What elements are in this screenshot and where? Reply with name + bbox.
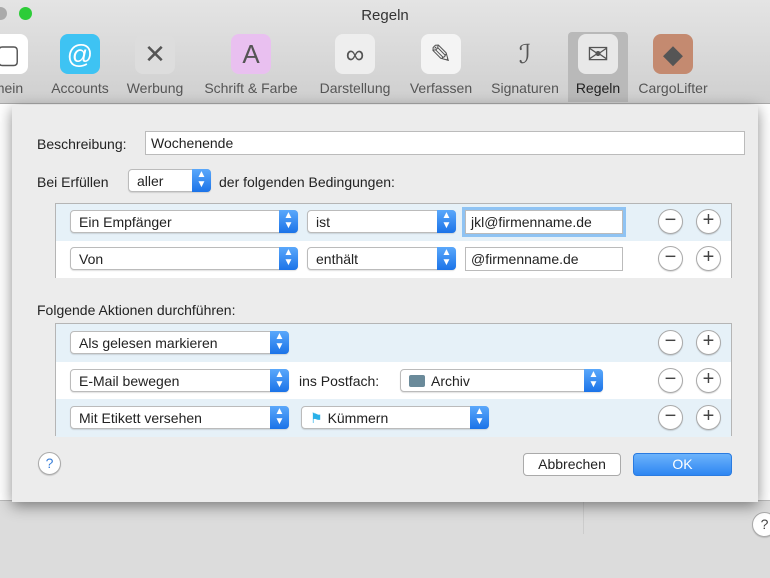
action-target-select[interactable]: ⚑ Kümmern ▲ ▼ bbox=[301, 406, 489, 429]
pencil-icon: ✎ bbox=[421, 34, 461, 74]
target-label: ins Postfach: bbox=[299, 372, 380, 389]
toolbar-tab-werbung[interactable]: ✕ Werbung bbox=[120, 32, 190, 102]
remove-button[interactable]: − bbox=[658, 405, 683, 430]
condition-field-select[interactable]: Ein Empfänger ▲ ▼ bbox=[70, 210, 298, 233]
remove-button[interactable]: − bbox=[658, 246, 683, 271]
action-row: E-Mail bewegen ▲ ▼ ins Postfach: Archiv ▲ ▼ − + bbox=[56, 361, 731, 400]
action-row: Als gelesen markieren ▲ ▼ − + bbox=[56, 324, 731, 362]
junk-bin-icon: ✕ bbox=[135, 34, 175, 74]
help-button[interactable]: ? bbox=[38, 452, 61, 475]
chevron-updown-icon: ▲ ▼ bbox=[270, 406, 289, 429]
conditions-list: Ein Empfänger ▲ ▼ ist ▲ ▼ jkl@firmenname.de … bbox=[55, 203, 732, 278]
match-select[interactable]: aller ▲ ▼ bbox=[128, 169, 211, 192]
toolbar-tab-label: Verfassen bbox=[409, 80, 473, 96]
toolbar-tab-label: Schrift & Farbe bbox=[204, 80, 298, 96]
add-button[interactable]: + bbox=[696, 246, 721, 271]
toolbar-tab-signaturen[interactable]: ℐ Signaturen bbox=[484, 32, 566, 102]
condition-field-select-value: Von bbox=[79, 251, 104, 267]
rules-envelope-icon: ✉ bbox=[578, 34, 618, 74]
action-target-select-value: Kümmern bbox=[327, 410, 389, 426]
background-help-button: ? bbox=[752, 512, 770, 537]
remove-button[interactable]: − bbox=[658, 330, 683, 355]
toolbar-tab-label: mein bbox=[0, 80, 24, 96]
window-title: Regeln bbox=[361, 7, 409, 24]
action-type-select-value: Als gelesen markieren bbox=[79, 335, 218, 351]
toolbar-tab-label: Darstellung bbox=[319, 80, 391, 96]
description-input[interactable]: Wochenende bbox=[145, 131, 745, 155]
toolbar-tab-label: Werbung bbox=[126, 80, 184, 96]
chevron-updown-icon: ▲ ▼ bbox=[470, 406, 489, 429]
glasses-icon: ∞ bbox=[335, 34, 375, 74]
ok-button[interactable]: OK bbox=[633, 453, 732, 476]
action-row: Mit Etikett versehen ▲ ▼ ⚑ Kümmern ▲ ▼ − + bbox=[56, 399, 731, 437]
cancel-button[interactable]: Abbrechen bbox=[523, 453, 621, 476]
action-type-select-value: Mit Etikett versehen bbox=[79, 410, 202, 426]
condition-row: Von ▲ ▼ enthält ▲ ▼ @firmenname.de − + bbox=[56, 241, 731, 278]
condition-value-input[interactable]: jkl@firmenname.de bbox=[465, 210, 623, 234]
chevron-updown-icon: ▲ ▼ bbox=[279, 210, 298, 233]
general-icon: ▢ bbox=[0, 34, 28, 74]
condition-field-select[interactable]: Von ▲ ▼ bbox=[70, 247, 298, 270]
action-type-select-value: E-Mail bewegen bbox=[79, 372, 180, 389]
add-button[interactable]: + bbox=[696, 367, 721, 393]
rule-sheet: Beschreibung: Wochenende Bei Erfüllen al… bbox=[12, 105, 758, 502]
condition-row: Ein Empfänger ▲ ▼ ist ▲ ▼ jkl@firmenname.de … bbox=[56, 204, 731, 241]
chevron-updown-icon: ▲ ▼ bbox=[270, 368, 289, 392]
remove-button[interactable]: − bbox=[658, 209, 683, 234]
toolbar-tab-cargolifter[interactable]: ◆ CargoLifter bbox=[632, 32, 714, 102]
archive-box-icon bbox=[409, 374, 425, 387]
font-color-icon: A bbox=[231, 34, 271, 74]
chevron-updown-icon: ▲ ▼ bbox=[437, 210, 456, 233]
signature-icon: ℐ bbox=[518, 39, 532, 69]
chevron-updown-icon: ▲ ▼ bbox=[270, 331, 289, 354]
toolbar-tab-label: CargoLifter bbox=[638, 80, 708, 96]
chevron-updown-icon: ▲ ▼ bbox=[192, 169, 211, 192]
chevron-updown-icon: ▲ ▼ bbox=[584, 368, 603, 392]
condition-operator-select-value: ist bbox=[316, 214, 330, 230]
condition-operator-select[interactable]: ist ▲ ▼ bbox=[307, 210, 456, 233]
chevron-updown-icon: ▲ ▼ bbox=[437, 247, 456, 270]
add-button[interactable]: + bbox=[696, 405, 721, 430]
toolbar-tab-darstellung[interactable]: ∞ Darstellung bbox=[312, 32, 398, 102]
chevron-updown-icon: ▲ ▼ bbox=[279, 247, 298, 270]
condition-operator-select-value: enthält bbox=[316, 251, 359, 267]
action-target-select-value: Archiv bbox=[431, 372, 470, 389]
toolbar-tab-label: Regeln bbox=[575, 80, 621, 96]
toolbar-tab-verfassen[interactable]: ✎ Verfassen bbox=[403, 32, 479, 102]
action-type-select[interactable]: E-Mail bewegen ▲ ▼ bbox=[70, 368, 289, 392]
action-type-select[interactable]: Mit Etikett versehen ▲ ▼ bbox=[70, 406, 289, 429]
at-icon: @ bbox=[60, 34, 100, 74]
condition-value-input[interactable]: @firmenname.de bbox=[465, 247, 623, 271]
action-type-select[interactable]: Als gelesen markieren ▲ ▼ bbox=[70, 331, 289, 354]
toolbar-tab-label: Accounts bbox=[51, 80, 109, 96]
toolbar-tab-accounts[interactable]: @ Accounts bbox=[44, 32, 116, 102]
match-select-value: aller bbox=[137, 173, 164, 189]
condition-field-select-value: Ein Empfänger bbox=[79, 214, 172, 230]
toolbar-tab-schrift-farbe[interactable]: A Schrift & Farbe bbox=[196, 32, 306, 102]
match-suffix-label: der folgenden Bedingungen: bbox=[219, 174, 395, 190]
actions-list: Als gelesen markieren ▲ ▼ − + E-Mail bewegen… bbox=[55, 323, 732, 437]
add-button[interactable]: + bbox=[696, 330, 721, 355]
condition-operator-select[interactable]: enthält ▲ ▼ bbox=[307, 247, 456, 270]
toolbar-tab-regeln[interactable]: ✉ Regeln bbox=[568, 32, 628, 102]
add-button[interactable]: + bbox=[696, 209, 721, 234]
toolbar-tab-label: Signaturen bbox=[491, 80, 559, 96]
match-prefix-label: Bei Erfüllen bbox=[37, 174, 109, 190]
cargolifter-icon: ◆ bbox=[653, 34, 693, 74]
description-label: Beschreibung: bbox=[37, 136, 127, 152]
remove-button[interactable]: − bbox=[658, 367, 683, 393]
toolbar-tab-mein[interactable]: ▢ mein bbox=[0, 32, 36, 102]
action-target-select[interactable]: Archiv ▲ ▼ bbox=[400, 368, 603, 392]
toolbar: Regeln ▢ mein @ Accounts ✕ Werbung A Schrift & … bbox=[0, 0, 770, 104]
actions-label: Folgende Aktionen durchführen: bbox=[37, 302, 236, 318]
flag-icon: ⚑ bbox=[310, 410, 323, 426]
